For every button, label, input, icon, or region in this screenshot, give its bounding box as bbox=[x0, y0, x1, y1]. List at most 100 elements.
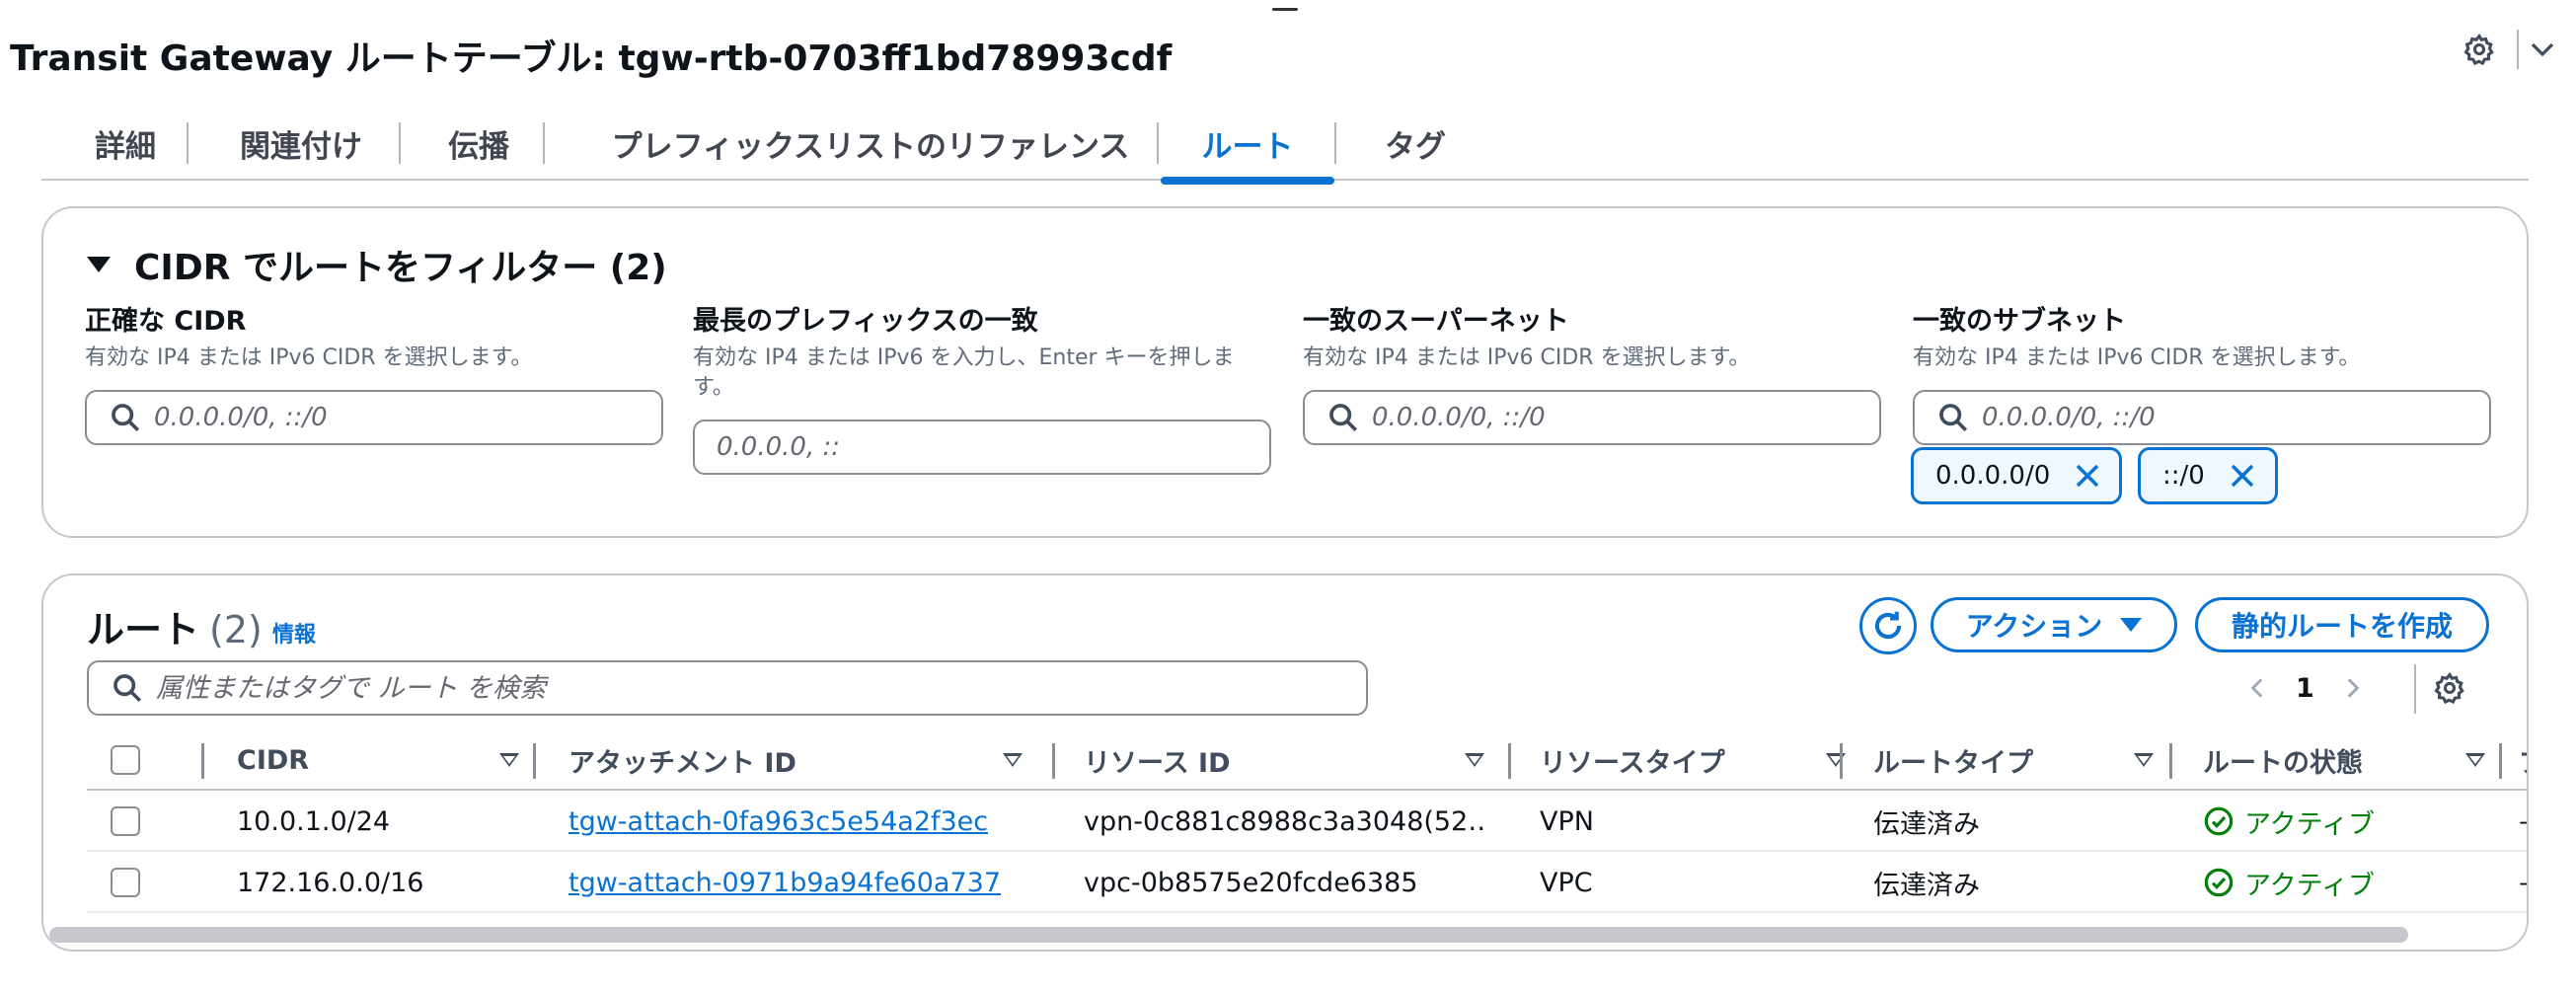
table-row[interactable]: 172.16.0.0/16 tgw-attach-0971b9a94fe60a7… bbox=[87, 852, 2527, 913]
tab-associations[interactable]: 関連付け bbox=[207, 107, 395, 181]
pager-divider bbox=[2414, 664, 2416, 714]
resource-id-cell: vpc-0b8575e20fcde6385 bbox=[1084, 867, 1418, 898]
attachment-id-link[interactable]: tgw-attach-0fa963c5e54a2f3ec bbox=[568, 806, 988, 837]
attachment-id-cell: tgw-attach-0fa963c5e54a2f3ec bbox=[568, 791, 988, 852]
actions-dropdown-button[interactable]: アクション bbox=[1931, 597, 2177, 652]
supernet-label: 一致のスーパーネット bbox=[1303, 306, 1569, 337]
resource-id-cell: vpn-0c881c8988c3a3048(52… bbox=[1084, 805, 1488, 837]
tab-details[interactable]: 詳細 bbox=[71, 107, 180, 181]
longest-prefix-field: 最長のプレフィックスの一致 有効な IP4 または IPv6 を入力し、Ente… bbox=[693, 299, 1271, 475]
route-state-cell: アクティブ bbox=[2203, 791, 2375, 852]
sort-icon bbox=[499, 753, 519, 767]
tab-divider bbox=[187, 122, 189, 164]
filter-expand-toggle[interactable]: CIDR でルートをフィルター (2) bbox=[87, 240, 667, 289]
column-separator[interactable] bbox=[1052, 743, 1055, 779]
row-checkbox[interactable] bbox=[111, 868, 140, 897]
sort-icon bbox=[2465, 753, 2485, 767]
route-state-cell: アクティブ bbox=[2203, 852, 2375, 913]
resource-type-cell: VPN bbox=[1540, 805, 1594, 837]
column-header-resource-id[interactable]: リソース ID bbox=[1084, 729, 1508, 791]
route-state-label: アクティブ bbox=[2244, 870, 2376, 901]
supernet-input[interactable] bbox=[1372, 403, 1846, 432]
tab-divider bbox=[543, 122, 545, 164]
exact-cidr-field: 正確な CIDR 有効な IP4 または IPv6 CIDR を選択します。 bbox=[85, 299, 663, 445]
column-label: リソース ID bbox=[1084, 747, 1231, 779]
subnet-input-box[interactable] bbox=[1913, 390, 2491, 445]
refresh-button[interactable] bbox=[1859, 597, 1917, 654]
longest-prefix-input[interactable] bbox=[717, 432, 1190, 462]
column-header-truncated[interactable]: プ... bbox=[2519, 729, 2527, 791]
column-header-route-state[interactable]: ルートの状態 bbox=[2203, 729, 2499, 791]
column-separator[interactable] bbox=[533, 743, 536, 779]
attachment-id-link[interactable]: tgw-attach-0971b9a94fe60a737 bbox=[568, 868, 1001, 898]
settings-gear-icon[interactable] bbox=[2456, 26, 2503, 73]
chevron-right-icon[interactable] bbox=[2334, 670, 2370, 706]
supernet-description: 有効な IP4 または IPv6 CIDR を選択します。 bbox=[1303, 345, 1751, 370]
page-number[interactable]: 1 bbox=[2296, 673, 2314, 704]
search-icon bbox=[112, 404, 140, 432]
chevron-left-icon[interactable] bbox=[2240, 670, 2276, 706]
exact-cidr-input-box[interactable] bbox=[85, 390, 663, 445]
route-type-cell: 伝達済み bbox=[1873, 808, 1980, 840]
table-row[interactable]: 10.0.1.0/24 tgw-attach-0fa963c5e54a2f3ec… bbox=[87, 791, 2527, 852]
truncated-cell: – bbox=[2519, 791, 2527, 852]
routes-table: CIDR アタッチメント ID リソース ID リソースタイプ ルートタイプ ル… bbox=[87, 729, 2527, 913]
column-label: CIDR bbox=[237, 744, 310, 776]
table-settings-gear-icon[interactable] bbox=[2428, 666, 2471, 710]
column-separator[interactable] bbox=[2169, 743, 2172, 779]
filter-token: ::/0 bbox=[2138, 447, 2278, 504]
column-separator[interactable] bbox=[201, 743, 204, 779]
chevron-down-icon[interactable] bbox=[2519, 26, 2566, 73]
longest-prefix-label: 最長のプレフィックスの一致 bbox=[693, 306, 1038, 337]
column-header-attachment-id[interactable]: アタッチメント ID bbox=[568, 729, 1052, 791]
info-link[interactable]: 情報 bbox=[272, 617, 316, 649]
create-static-route-button[interactable]: 静的ルートを作成 bbox=[2195, 597, 2489, 652]
tab-tags[interactable]: タグ bbox=[1354, 107, 1477, 181]
actions-label: アクション bbox=[1965, 610, 2103, 643]
search-icon bbox=[114, 674, 142, 703]
remove-token-icon[interactable] bbox=[2225, 458, 2260, 494]
filter-token: 0.0.0.0/0 bbox=[1911, 447, 2122, 504]
horizontal-scrollbar[interactable] bbox=[49, 927, 2408, 943]
column-label: プ... bbox=[2519, 741, 2527, 780]
column-label: ルートタイプ bbox=[1873, 747, 2033, 779]
column-header-cidr[interactable]: CIDR bbox=[237, 729, 533, 791]
sort-icon bbox=[1465, 753, 1484, 767]
routes-search-box[interactable] bbox=[87, 660, 1368, 716]
attachment-id-cell: tgw-attach-0971b9a94fe60a737 bbox=[568, 852, 1001, 913]
cidr-cell: 10.0.1.0/24 bbox=[237, 805, 391, 837]
caret-down-icon bbox=[87, 257, 111, 272]
sort-icon bbox=[1003, 753, 1023, 767]
status-check-icon bbox=[2204, 806, 2234, 836]
longest-prefix-input-box[interactable] bbox=[693, 420, 1271, 475]
column-label: リソースタイプ bbox=[1540, 747, 1725, 779]
table-header: CIDR アタッチメント ID リソース ID リソースタイプ ルートタイプ ル… bbox=[87, 729, 2527, 791]
column-separator[interactable] bbox=[2499, 743, 2502, 779]
subnet-input[interactable] bbox=[1982, 403, 2456, 432]
tab-prefix-list-references[interactable]: プレフィックスリストのリファレンス bbox=[565, 107, 1176, 181]
column-header-resource-type[interactable]: リソースタイプ bbox=[1540, 729, 1846, 791]
caret-down-icon bbox=[2120, 618, 2143, 632]
subnet-field: 一致のサブネット 有効な IP4 または IPv6 CIDR を選択します。 bbox=[1913, 299, 2491, 445]
supernet-input-box[interactable] bbox=[1303, 390, 1881, 445]
exact-cidr-input[interactable] bbox=[154, 403, 628, 432]
remove-token-icon[interactable] bbox=[2070, 458, 2105, 494]
exact-cidr-label: 正確な CIDR bbox=[85, 306, 247, 337]
select-all-checkbox[interactable] bbox=[111, 745, 140, 775]
routes-heading: ルート (2) bbox=[87, 599, 263, 653]
column-header-route-type[interactable]: ルートタイプ bbox=[1873, 729, 2169, 791]
status-check-icon bbox=[2204, 868, 2234, 897]
column-separator[interactable] bbox=[1508, 743, 1511, 779]
cidr-cell: 172.16.0.0/16 bbox=[237, 867, 424, 898]
row-checkbox[interactable] bbox=[111, 806, 140, 836]
search-icon bbox=[1939, 404, 1968, 432]
longest-prefix-description: 有効な IP4 または IPv6 を入力し、Enter キーを押します。 bbox=[693, 345, 1235, 400]
route-state-label: アクティブ bbox=[2244, 808, 2376, 840]
column-separator[interactable] bbox=[1840, 743, 1843, 779]
routes-panel: ルート (2) 情報 アクション 静的ルートを作成 1 CIDR bbox=[41, 573, 2529, 952]
filter-title: CIDR でルートをフィルター (2) bbox=[134, 248, 667, 288]
tab-routes[interactable]: ルート bbox=[1161, 107, 1334, 185]
tab-divider bbox=[399, 122, 401, 164]
routes-search-input[interactable] bbox=[156, 672, 1340, 704]
tab-propagations[interactable]: 伝播 bbox=[417, 107, 541, 181]
